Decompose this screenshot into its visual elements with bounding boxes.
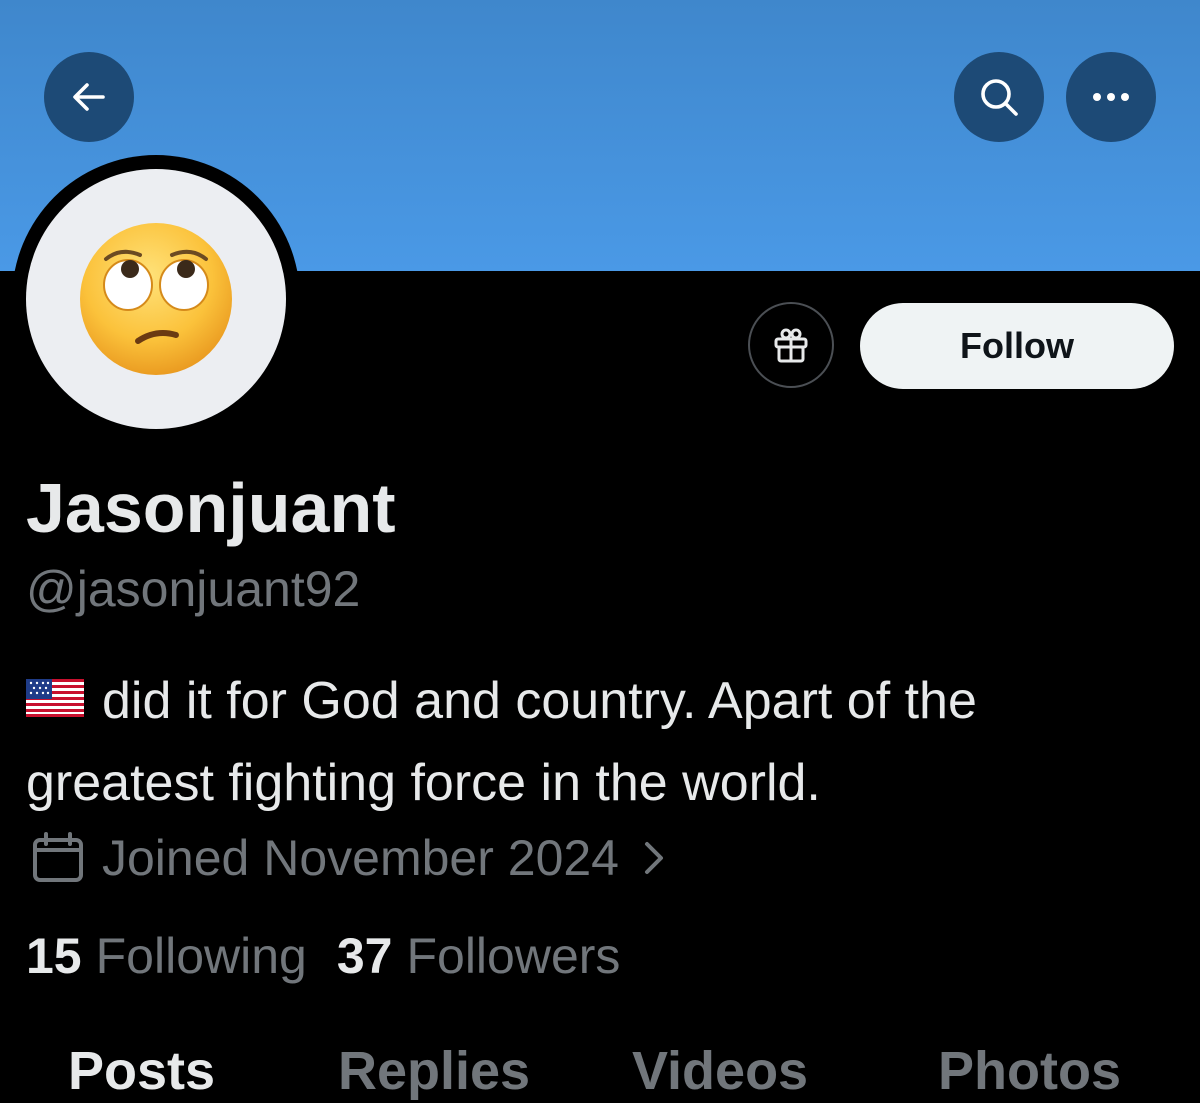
display-name: Jasonjuant [26, 469, 396, 547]
followers-label: Followers [406, 928, 621, 984]
joined-date-row[interactable]: Joined November 2024 [30, 826, 667, 890]
back-button[interactable] [44, 52, 134, 142]
us-flag-icon [26, 679, 84, 718]
profile-screen: Follow Jasonjuant @jasonjuant92 did it f… [0, 0, 1200, 1103]
following-label: Following [95, 928, 307, 984]
more-horizontal-icon [1093, 93, 1129, 101]
tab-videos[interactable]: Videos [632, 1036, 808, 1103]
arrow-left-icon [73, 83, 105, 111]
search-icon [981, 79, 1018, 116]
follow-button[interactable]: Follow [860, 303, 1174, 389]
joined-text: Joined November 2024 [102, 830, 619, 886]
face-with-rolling-eyes-icon [80, 223, 232, 375]
followers-link[interactable]: 37 Followers [337, 927, 621, 985]
more-options-button[interactable] [1066, 52, 1156, 142]
gift-icon [774, 328, 808, 363]
calendar-icon [33, 832, 83, 882]
follow-stats: 15 Following 37 Followers [26, 924, 620, 988]
following-link[interactable]: 15 Following [26, 927, 307, 985]
avatar[interactable] [26, 169, 286, 429]
chevron-right-icon [645, 842, 663, 874]
user-handle: @jasonjuant92 [26, 561, 361, 617]
gift-button[interactable] [748, 302, 834, 388]
tab-photos[interactable]: Photos [938, 1036, 1121, 1103]
profile-bio: did it for God and country. Apart of the… [26, 660, 1176, 824]
followers-count: 37 [336, 928, 393, 984]
tab-posts[interactable]: Posts [68, 1036, 215, 1103]
tab-replies[interactable]: Replies [338, 1036, 530, 1103]
bio-text: did it for God and country. Apart of the… [26, 672, 977, 812]
following-count: 15 [26, 928, 82, 984]
search-button[interactable] [954, 52, 1044, 142]
